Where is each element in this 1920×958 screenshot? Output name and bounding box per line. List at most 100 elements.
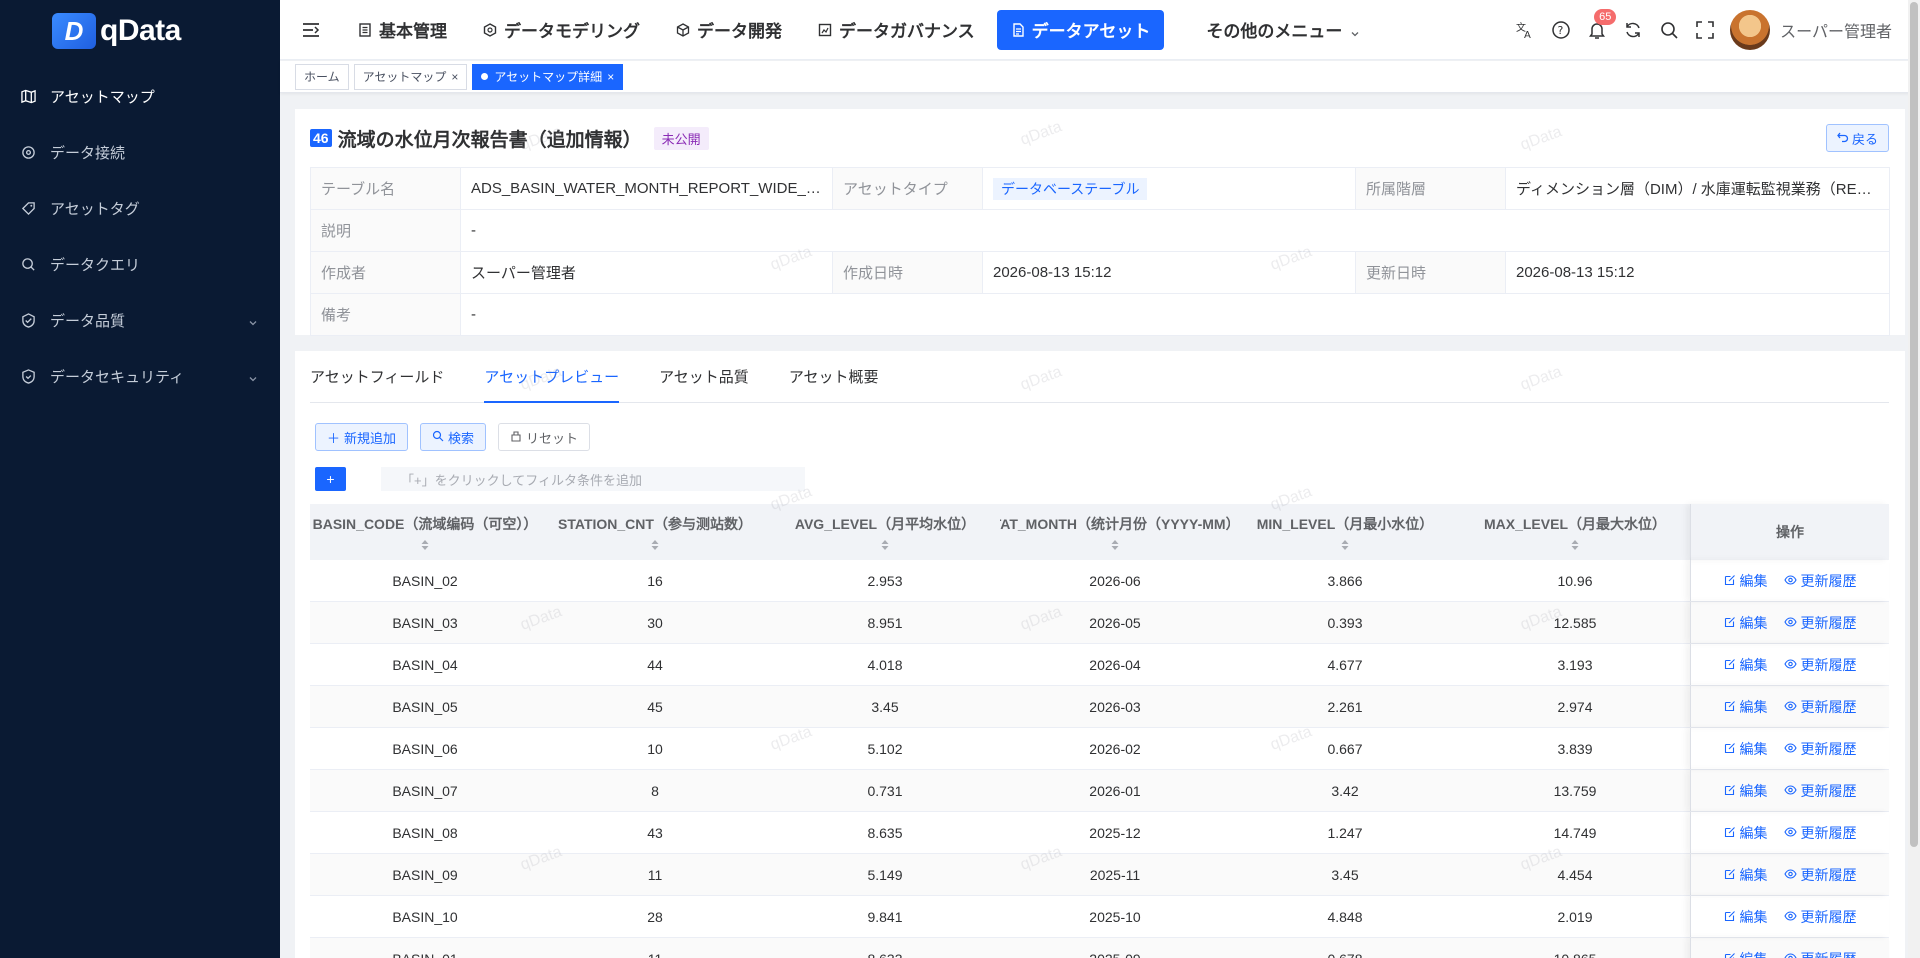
tag-view-2[interactable]: アセットマップ詳細 × xyxy=(472,63,624,90)
reset-button[interactable]: リセット xyxy=(498,423,591,451)
sidebar-item-3[interactable]: データクエリ xyxy=(0,236,280,292)
history-button[interactable]: 更新履歴 xyxy=(1783,739,1857,759)
close-icon[interactable]: × xyxy=(607,70,614,84)
edit-button[interactable]: 編集 xyxy=(1724,949,1768,958)
table-header: BASIN_CODE（流域编码（可空）） STATION_CNT（参与测站数） AV… xyxy=(310,504,1889,560)
eye-icon xyxy=(1783,783,1797,799)
edit-button[interactable]: 編集 xyxy=(1724,781,1768,801)
table-cell: 2.019 xyxy=(1557,908,1593,925)
row-actions: 編集 更新履歴 xyxy=(1690,728,1889,769)
sidebar-item-2[interactable]: アセットタグ xyxy=(0,180,280,236)
shield-icon xyxy=(20,368,36,384)
bell-icon[interactable]: 65 xyxy=(1586,9,1617,41)
history-label: 更新履歴 xyxy=(1800,614,1857,631)
sidebar-item-5[interactable]: データセキュリティ xyxy=(0,348,280,404)
edit-button[interactable]: 編集 xyxy=(1724,865,1768,885)
eye-icon xyxy=(1783,867,1797,883)
scrollbar-thumb[interactable] xyxy=(1910,2,1918,847)
sidebar-item-label: アセットマップ xyxy=(50,88,155,106)
top-nav-item-4[interactable]: データアセット xyxy=(996,9,1165,50)
tag-view-0[interactable]: ホーム xyxy=(295,63,349,90)
column-header-1[interactable]: STATION_CNT（参与测站数） xyxy=(540,504,770,560)
detail-tab-3[interactable]: アセット概要 xyxy=(789,350,879,402)
edit-button[interactable]: 編集 xyxy=(1724,739,1768,759)
column-header-3[interactable]: STAT_MONTH（统计月份（YYYY-MM）） xyxy=(1000,504,1230,560)
table-cell: 4.454 xyxy=(1557,866,1593,883)
column-header-0[interactable]: BASIN_CODE（流域编码（可空）） xyxy=(310,504,540,560)
top-nav-item-1[interactable]: データモデリング xyxy=(469,10,654,50)
history-button[interactable]: 更新履歴 xyxy=(1783,949,1857,958)
column-header-4[interactable]: MIN_LEVEL（月最小水位） xyxy=(1230,504,1460,560)
sidebar-item-0[interactable]: アセットマップ xyxy=(0,68,280,124)
governance-icon xyxy=(818,22,834,38)
table-cell: 8 xyxy=(651,782,659,799)
eye-icon xyxy=(1783,909,1797,925)
top-nav-item-2[interactable]: データ開発 xyxy=(662,10,796,50)
help-icon[interactable]: ? xyxy=(1550,19,1572,41)
history-button[interactable]: 更新履歴 xyxy=(1783,781,1857,801)
menu-toggle-icon[interactable] xyxy=(296,22,326,38)
history-label: 更新履歴 xyxy=(1800,824,1857,841)
top-nav-item-5[interactable]: その他のメニュー xyxy=(1192,10,1376,50)
page-scrollbar[interactable] xyxy=(1908,0,1920,958)
sort-icon[interactable] xyxy=(1110,538,1120,550)
edit-icon xyxy=(1724,783,1736,799)
table-cell: 2.953 xyxy=(867,572,903,589)
sort-icon[interactable] xyxy=(420,538,430,550)
close-icon[interactable]: × xyxy=(451,70,458,84)
history-button[interactable]: 更新履歴 xyxy=(1783,655,1857,675)
column-header-5[interactable]: MAX_LEVEL（月最大水位） xyxy=(1460,504,1690,560)
history-button[interactable]: 更新履歴 xyxy=(1783,697,1857,717)
edit-button[interactable]: 編集 xyxy=(1724,907,1768,927)
add-filter-button[interactable]: + xyxy=(315,467,346,491)
table-cell: 2026-01 xyxy=(1089,782,1141,799)
fullscreen-icon[interactable] xyxy=(1694,19,1716,41)
table-cell: BASIN_03 xyxy=(392,614,458,631)
edit-icon xyxy=(1724,825,1736,841)
tag-view-1[interactable]: アセットマップ × xyxy=(353,63,468,90)
eye-icon xyxy=(1783,699,1797,715)
sidebar-item-1[interactable]: データ接続 xyxy=(0,124,280,180)
sort-icon[interactable] xyxy=(1340,538,1350,550)
add-button[interactable]: ＋ 新規追加 xyxy=(315,423,409,451)
history-button[interactable]: 更新履歴 xyxy=(1783,613,1857,633)
history-button[interactable]: 更新履歴 xyxy=(1783,823,1857,843)
page-title: 流域の水位月次報告書（追加情報） xyxy=(337,129,642,151)
column-header-2[interactable]: AVG_LEVEL（月平均水位） xyxy=(770,504,1000,560)
sidebar-menu: アセットマップデータ接続 アセットタグ データクエリ データ品質 データセキュリティ xyxy=(0,68,280,404)
sort-icon[interactable] xyxy=(880,538,890,550)
detail-tab-0[interactable]: アセットフィールド xyxy=(310,350,444,402)
detail-tab-2[interactable]: アセット品質 xyxy=(659,350,749,402)
history-label: 更新履歴 xyxy=(1801,949,1857,958)
table-cell: 4.677 xyxy=(1327,656,1363,673)
edit-button[interactable]: 編集 xyxy=(1724,697,1768,717)
sort-icon[interactable] xyxy=(1570,538,1580,550)
sort-icon[interactable] xyxy=(650,538,660,550)
edit-button[interactable]: 編集 xyxy=(1724,655,1768,675)
search-button[interactable]: 検索 xyxy=(420,423,487,451)
history-button[interactable]: 更新履歴 xyxy=(1783,865,1857,885)
chevron-down-icon xyxy=(248,315,258,326)
table-cell: 8.951 xyxy=(867,614,903,631)
detail-tab-1[interactable]: アセットプレビュー xyxy=(484,350,619,403)
edit-button[interactable]: 編集 xyxy=(1724,613,1768,633)
top-nav-item-0[interactable]: 基本管理 xyxy=(344,10,461,50)
refresh-icon[interactable] xyxy=(1622,19,1644,41)
edit-icon xyxy=(1724,615,1736,631)
edit-label: 編集 xyxy=(1739,698,1768,715)
table-cell: 0.678 xyxy=(1230,938,1460,958)
back-button[interactable]: 戻る xyxy=(1825,124,1889,152)
sidebar-item-4[interactable]: データ品質 xyxy=(0,292,280,348)
history-button[interactable]: 更新履歴 xyxy=(1783,571,1857,591)
logo[interactable]: D qData xyxy=(0,0,280,62)
username[interactable]: スーパー管理者 xyxy=(1780,18,1892,42)
top-nav-item-3[interactable]: データガバナンス xyxy=(804,10,989,50)
search-icon[interactable] xyxy=(1658,19,1680,41)
avatar[interactable] xyxy=(1730,10,1771,50)
translate-icon[interactable]: 文A xyxy=(1514,19,1536,41)
history-button[interactable]: 更新履歴 xyxy=(1783,907,1857,927)
edit-button[interactable]: 編集 xyxy=(1724,823,1768,843)
updated-label: 更新日時 xyxy=(1355,251,1506,294)
edit-button[interactable]: 編集 xyxy=(1724,571,1768,591)
table-cell: 2026-04 xyxy=(1089,656,1141,673)
